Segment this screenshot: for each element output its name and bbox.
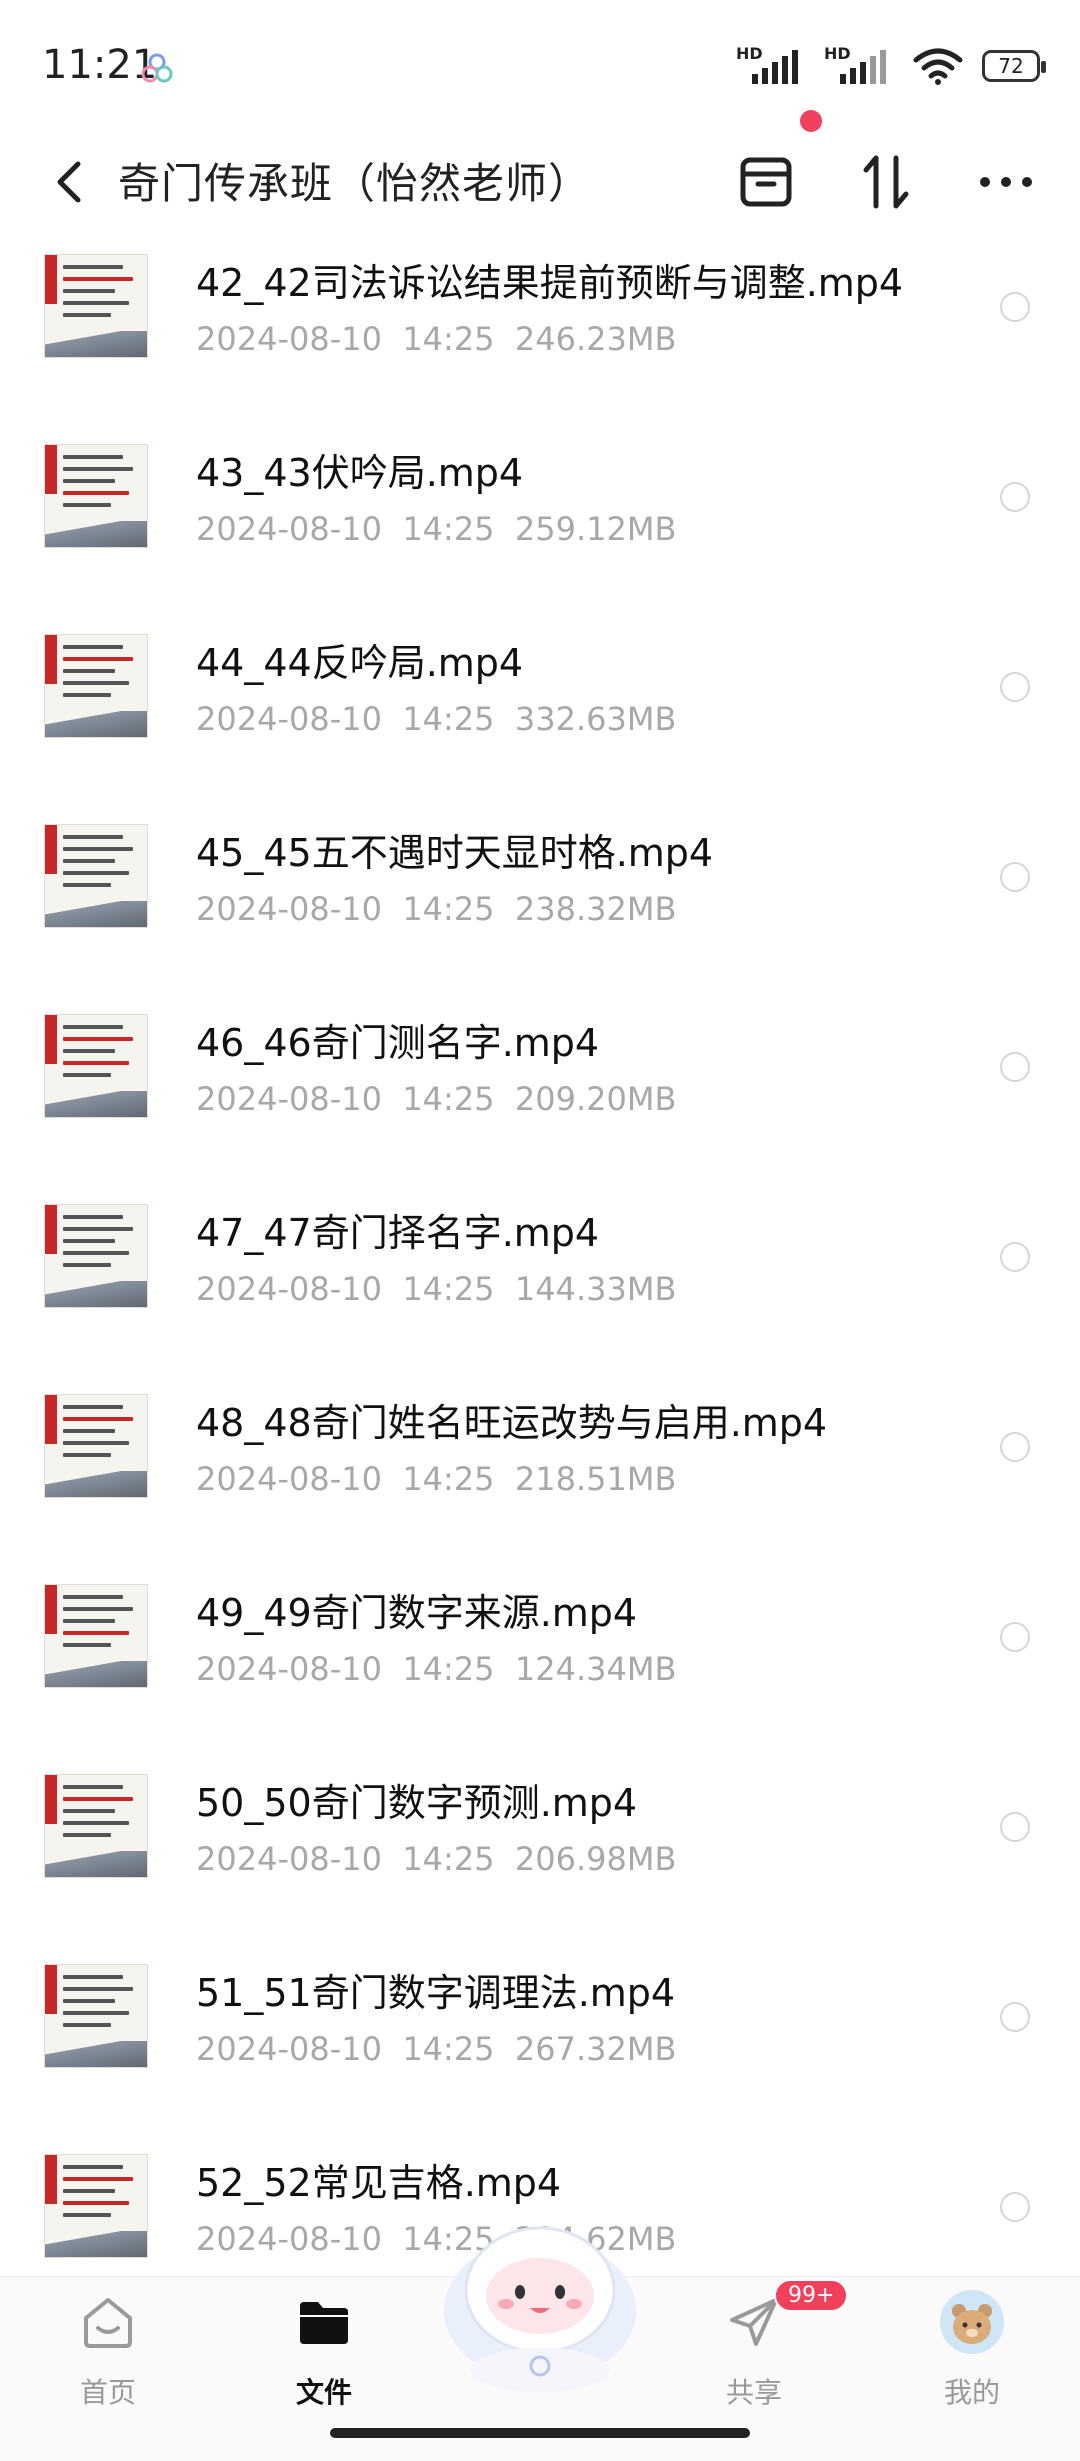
file-row[interactable]: 43_43伏吟局.mp4 2024-08-10 14:25 259.12MB [0, 430, 1080, 620]
avatar [940, 2290, 1004, 2354]
nav-share[interactable]: 99+ 共享 [694, 2279, 849, 2427]
sort-button[interactable] [846, 142, 926, 222]
page-title: 奇门传承班（怡然老师） [118, 159, 592, 208]
file-name: 45_45五不遇时天显时格.mp4 [196, 831, 714, 875]
select-radio[interactable] [1000, 862, 1030, 892]
video-thumbnail [44, 824, 148, 928]
battery-level: 72 [998, 54, 1024, 78]
nav-files[interactable]: 文件 [264, 2287, 384, 2427]
file-meta: 2024-08-10 14:25 259.12MB [196, 510, 677, 548]
file-meta: 2024-08-10 14:25 206.98MB [196, 1840, 677, 1878]
video-thumbnail [44, 1774, 148, 1878]
battery-icon: 72 [982, 50, 1046, 82]
home-icon [84, 2298, 132, 2348]
file-name: 52_52常见吉格.mp4 [196, 2161, 562, 2205]
video-thumbnail [44, 444, 148, 548]
file-name: 42_42司法诉讼结果提前预断与调整.mp4 [196, 261, 904, 305]
more-dots-icon [980, 177, 1032, 187]
video-thumbnail [44, 1964, 148, 2068]
select-radio[interactable] [1000, 672, 1030, 702]
chevron-left-icon[interactable] [44, 152, 94, 212]
home-indicator [330, 2428, 750, 2438]
select-radio[interactable] [1000, 1242, 1030, 1272]
file-name: 44_44反吟局.mp4 [196, 641, 524, 685]
nav-share-label: 共享 [725, 2376, 782, 2409]
video-thumbnail [44, 1014, 148, 1118]
sort-arrows-icon [863, 155, 909, 209]
select-radio[interactable] [1000, 1432, 1030, 1462]
cloud-app-icon [141, 53, 173, 83]
file-meta: 2024-08-10 14:25 144.33MB [196, 1270, 677, 1308]
file-name: 46_46奇门测名字.mp4 [196, 1021, 600, 1065]
file-name: 47_47奇门择名字.mp4 [196, 1211, 600, 1255]
video-thumbnail [44, 2154, 148, 2258]
assistant-mascot-icon[interactable] [432, 2200, 648, 2400]
file-row[interactable]: 47_47奇门择名字.mp4 2024-08-10 14:25 144.33MB [0, 1190, 1080, 1380]
status-bar: 11:21 HD HD 72 [0, 0, 1080, 130]
select-radio[interactable] [1000, 2002, 1030, 2032]
file-row[interactable]: 45_45五不遇时天显时格.mp4 2024-08-10 14:25 238.32… [0, 810, 1080, 1000]
file-row[interactable]: 42_42司法诉讼结果提前预断与调整.mp4 2024-08-10 14:25 2… [0, 240, 1080, 430]
cellular-signal-icon: HD [736, 44, 806, 88]
video-thumbnail [44, 1584, 148, 1688]
notification-dot [800, 110, 822, 132]
file-name: 49_49奇门数字来源.mp4 [196, 1591, 638, 1635]
file-meta: 2024-08-10 14:25 246.23MB [196, 320, 677, 358]
file-row[interactable]: 50_50奇门数字预测.mp4 2024-08-10 14:25 206.98MB [0, 1760, 1080, 1950]
select-radio[interactable] [1000, 292, 1030, 322]
file-row[interactable]: 46_46奇门测名字.mp4 2024-08-10 14:25 209.20MB [0, 1000, 1080, 1190]
video-thumbnail [44, 1394, 148, 1498]
file-meta: 2024-08-10 14:25 332.63MB [196, 700, 677, 738]
archive-box-button[interactable] [726, 142, 806, 222]
nav-home[interactable]: 首页 [48, 2287, 168, 2427]
select-radio[interactable] [1000, 1622, 1030, 1652]
file-meta: 2024-08-10 14:25 218.51MB [196, 1460, 677, 1498]
file-row[interactable]: 48_48奇门姓名旺运改势与启用.mp4 2024-08-10 14:25 218… [0, 1380, 1080, 1570]
cellular-signal-icon-2: HD [824, 44, 894, 88]
share-badge: 99+ [774, 2279, 849, 2312]
file-name: 48_48奇门姓名旺运改势与启用.mp4 [196, 1401, 828, 1445]
select-radio[interactable] [1000, 482, 1030, 512]
file-meta: 2024-08-10 14:25 238.32MB [196, 890, 677, 928]
nav-home-label: 首页 [79, 2376, 136, 2409]
nav-files-label: 文件 [295, 2376, 352, 2409]
file-name: 50_50奇门数字预测.mp4 [196, 1781, 638, 1825]
select-radio[interactable] [1000, 1812, 1030, 1842]
file-list: 42_42司法诉讼结果提前预断与调整.mp4 2024-08-10 14:25 2… [0, 240, 1080, 2330]
file-meta: 2024-08-10 14:25 209.20MB [196, 1080, 677, 1118]
wifi-icon [913, 48, 963, 85]
header-bar: 奇门传承班（怡然老师） [0, 110, 1080, 240]
video-thumbnail [44, 1204, 148, 1308]
nav-mine[interactable]: 我的 [912, 2287, 1032, 2427]
file-name: 51_51奇门数字调理法.mp4 [196, 1971, 676, 2015]
archive-box-icon [740, 157, 792, 207]
file-meta: 2024-08-10 14:25 124.34MB [196, 1650, 677, 1688]
select-radio[interactable] [1000, 2192, 1030, 2222]
more-button[interactable] [966, 142, 1046, 222]
folder-icon [300, 2302, 348, 2344]
file-row[interactable]: 49_49奇门数字来源.mp4 2024-08-10 14:25 124.34MB [0, 1570, 1080, 1760]
file-name: 43_43伏吟局.mp4 [196, 451, 524, 495]
file-row[interactable]: 44_44反吟局.mp4 2024-08-10 14:25 332.63MB [0, 620, 1080, 810]
video-thumbnail [44, 254, 148, 358]
file-meta: 2024-08-10 14:25 267.32MB [196, 2030, 677, 2068]
video-thumbnail [44, 634, 148, 738]
nav-mine-label: 我的 [943, 2376, 1000, 2409]
select-radio[interactable] [1000, 1052, 1030, 1082]
file-row[interactable]: 51_51奇门数字调理法.mp4 2024-08-10 14:25 267.32M… [0, 1950, 1080, 2140]
